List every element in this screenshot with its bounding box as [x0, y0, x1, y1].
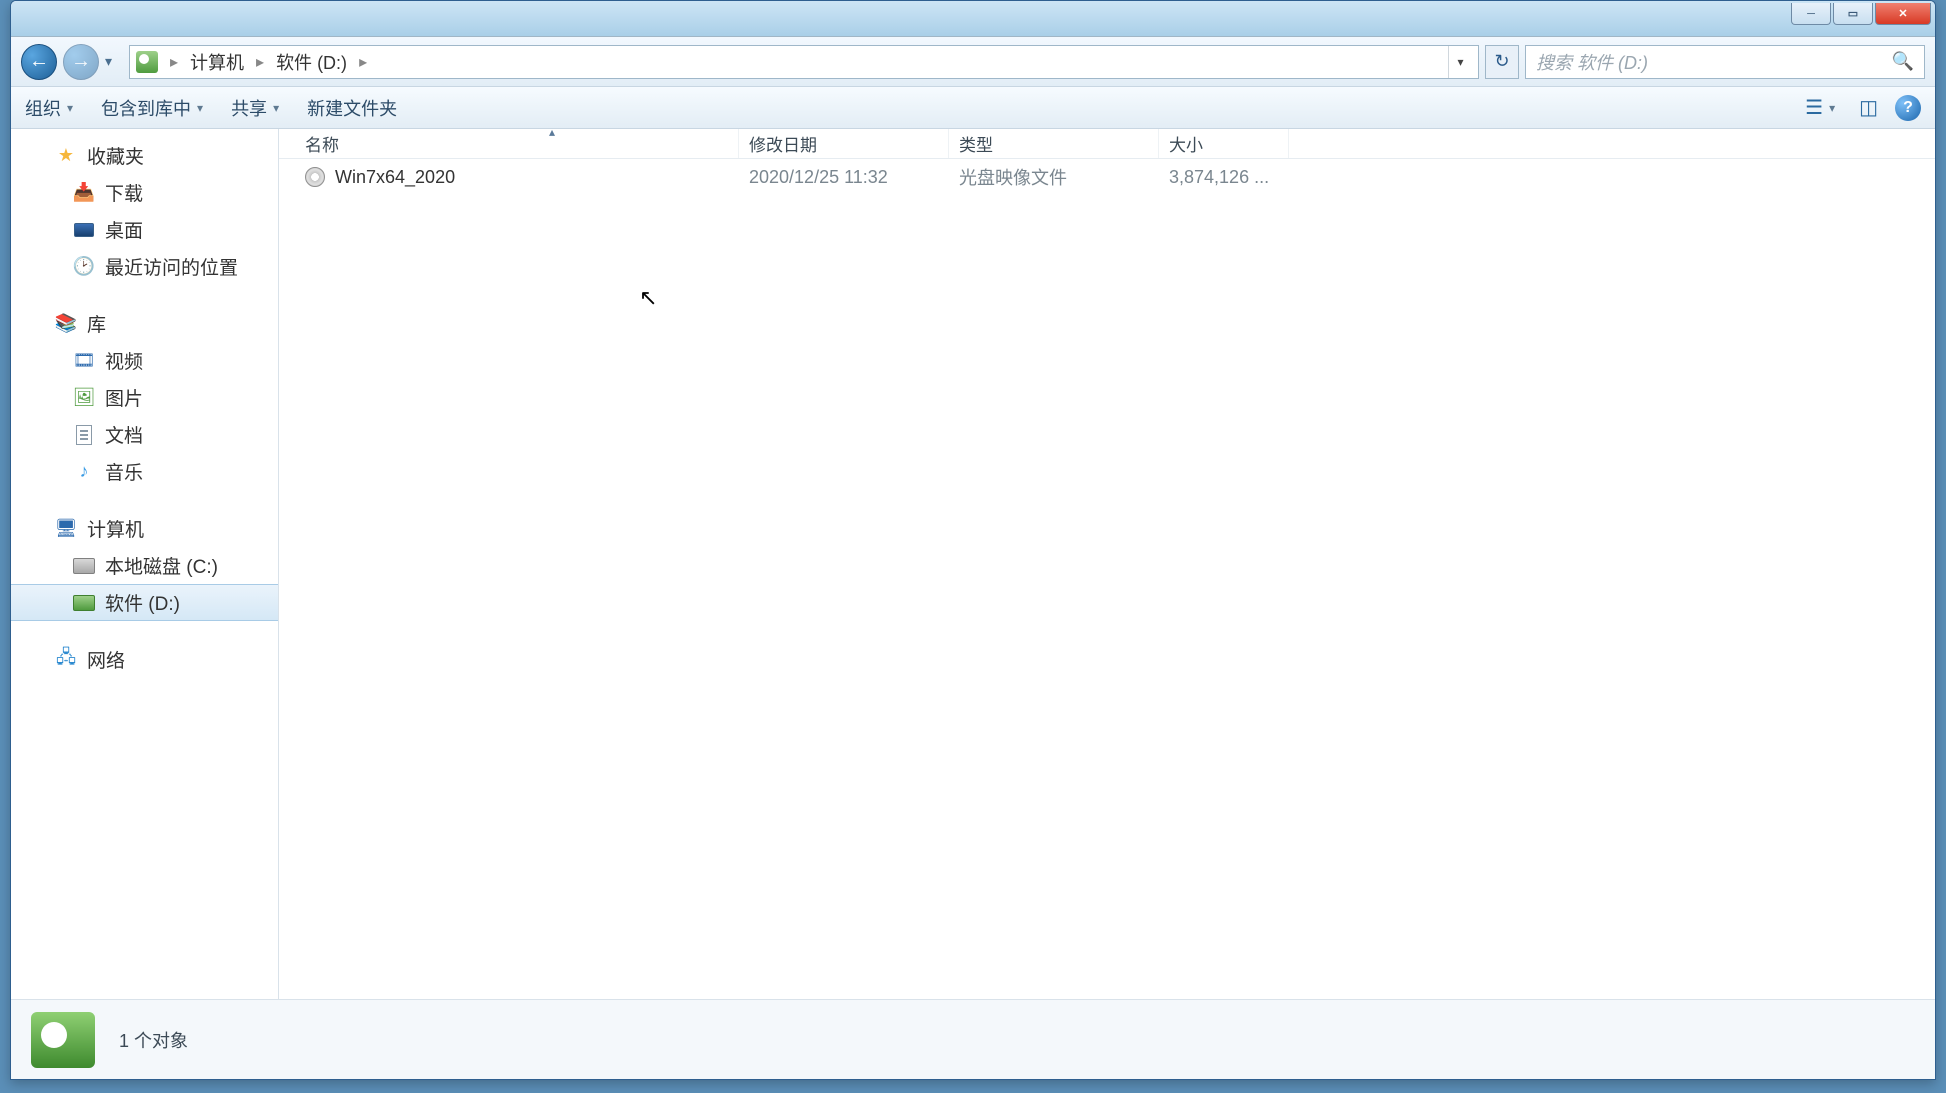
documents-icon	[73, 424, 95, 446]
sidebar-item-videos[interactable]: 🎞 视频	[11, 342, 278, 379]
sidebar-item-drive-d[interactable]: 软件 (D:)	[11, 584, 278, 621]
arrow-left-icon: ←	[29, 50, 49, 73]
pictures-icon: 🖼	[73, 387, 95, 409]
breadcrumb-separator-icon: ▸	[250, 52, 270, 72]
computer-icon: 🖥	[55, 518, 77, 540]
preview-pane-icon: ◫	[1859, 95, 1878, 120]
file-date: 2020/12/25 11:32	[749, 167, 888, 187]
title-bar: ─ ▭ ✕	[11, 1, 1935, 37]
search-input[interactable]: 搜索 软件 (D:) 🔍	[1525, 45, 1925, 79]
content-area: ★ 收藏夹 📥 下载 桌面 🕑 最近访问的位置 📚	[11, 129, 1935, 999]
sidebar-item-documents[interactable]: 文档	[11, 416, 278, 453]
file-list[interactable]: 名称 ▴ 修改日期 类型 大小 Win7x64_2020	[279, 129, 1935, 999]
desktop-icon	[73, 219, 95, 241]
drive-icon	[73, 592, 95, 614]
column-header-size[interactable]: 大小	[1159, 129, 1289, 158]
breadcrumb-item[interactable]: 软件 (D:)	[276, 49, 347, 75]
file-name: Win7x64_2020	[335, 167, 455, 188]
window-controls: ─ ▭ ✕	[1791, 3, 1931, 25]
help-button[interactable]: ?	[1895, 95, 1921, 121]
chevron-down-icon: ▾	[197, 101, 203, 115]
breadcrumb-separator-icon: ▸	[353, 52, 373, 72]
downloads-icon: 📥	[73, 182, 95, 204]
sidebar-item-favorites[interactable]: ★ 收藏夹	[11, 137, 278, 174]
chevron-down-icon: ▾	[1829, 101, 1835, 115]
video-icon: 🎞	[73, 350, 95, 372]
drive-icon	[136, 51, 158, 73]
chevron-down-icon: ▾	[273, 101, 279, 115]
sidebar-item-libraries[interactable]: 📚 库	[11, 305, 278, 342]
drive-icon	[73, 555, 95, 577]
help-icon: ?	[1903, 99, 1913, 117]
breadcrumb-item[interactable]: 计算机	[190, 49, 244, 75]
music-icon: ♪	[73, 461, 95, 483]
column-header-type[interactable]: 类型	[949, 129, 1159, 158]
details-pane: 1 个对象	[11, 999, 1935, 1079]
maximize-button[interactable]: ▭	[1833, 3, 1873, 25]
share-menu[interactable]: 共享 ▾	[231, 95, 279, 121]
computer-group: 🖥 计算机 本地磁盘 (C:) 软件 (D:)	[11, 510, 278, 621]
library-icon: 📚	[55, 313, 77, 335]
column-header-name[interactable]: 名称 ▴	[279, 129, 739, 158]
arrow-right-icon: →	[71, 50, 91, 73]
breadcrumb-separator-icon: ▸	[164, 52, 184, 72]
sidebar-item-downloads[interactable]: 📥 下载	[11, 174, 278, 211]
sort-ascending-icon: ▴	[549, 125, 555, 139]
organize-menu[interactable]: 组织 ▾	[25, 95, 73, 121]
new-folder-button[interactable]: 新建文件夹	[307, 95, 397, 121]
close-button[interactable]: ✕	[1875, 3, 1931, 25]
file-type: 光盘映像文件	[959, 168, 1067, 188]
navigation-pane: ★ 收藏夹 📥 下载 桌面 🕑 最近访问的位置 📚	[11, 129, 279, 999]
sidebar-item-music[interactable]: ♪ 音乐	[11, 453, 278, 490]
command-bar: 组织 ▾ 包含到库中 ▾ 共享 ▾ 新建文件夹 ☰ ▾ ◫ ?	[11, 87, 1935, 129]
search-icon: 🔍	[1892, 51, 1914, 72]
file-row[interactable]: Win7x64_2020 2020/12/25 11:32 光盘映像文件 3,8…	[279, 159, 1935, 195]
chevron-down-icon: ▾	[67, 101, 73, 115]
network-group: 🖧 网络	[11, 641, 278, 678]
sidebar-item-computer[interactable]: 🖥 计算机	[11, 510, 278, 547]
mouse-cursor-icon: ↖	[639, 285, 657, 311]
sidebar-item-desktop[interactable]: 桌面	[11, 211, 278, 248]
forward-button[interactable]: →	[63, 44, 99, 80]
view-mode-button[interactable]: ☰ ▾	[1798, 90, 1842, 125]
refresh-icon: ↻	[1494, 51, 1509, 72]
file-size: 3,874,126 ...	[1169, 167, 1269, 187]
history-dropdown[interactable]: ▾	[105, 53, 123, 70]
column-header-date[interactable]: 修改日期	[739, 129, 949, 158]
recent-icon: 🕑	[73, 256, 95, 278]
include-in-library-menu[interactable]: 包含到库中 ▾	[101, 95, 203, 121]
sidebar-item-recent[interactable]: 🕑 最近访问的位置	[11, 248, 278, 285]
back-button[interactable]: ←	[21, 44, 57, 80]
column-header-row: 名称 ▴ 修改日期 类型 大小	[279, 129, 1935, 159]
disc-image-icon	[305, 167, 325, 187]
minimize-button[interactable]: ─	[1791, 3, 1831, 25]
breadcrumb-bar[interactable]: ▸ 计算机 ▸ 软件 (D:) ▸ ▾	[129, 45, 1479, 79]
address-bar: ← → ▾ ▸ 计算机 ▸ 软件 (D:) ▸ ▾ ↻ 搜索 软件 (D:) 🔍	[11, 37, 1935, 87]
star-icon: ★	[55, 145, 77, 167]
favorites-group: ★ 收藏夹 📥 下载 桌面 🕑 最近访问的位置	[11, 137, 278, 285]
list-view-icon: ☰	[1805, 95, 1823, 120]
sidebar-item-drive-c[interactable]: 本地磁盘 (C:)	[11, 547, 278, 584]
explorer-window: ─ ▭ ✕ ← → ▾ ▸ 计算机 ▸ 软件 (D:) ▸ ▾ ↻ 搜索 软件 …	[10, 0, 1936, 1080]
network-icon: 🖧	[55, 649, 77, 671]
search-placeholder: 搜索 软件 (D:)	[1536, 49, 1648, 75]
address-dropdown[interactable]: ▾	[1448, 46, 1472, 78]
status-text: 1 个对象	[119, 1027, 188, 1053]
refresh-button[interactable]: ↻	[1485, 45, 1519, 79]
libraries-group: 📚 库 🎞 视频 🖼 图片 文档 ♪ 音乐	[11, 305, 278, 490]
drive-large-icon	[31, 1012, 95, 1068]
sidebar-item-network[interactable]: 🖧 网络	[11, 641, 278, 678]
sidebar-item-pictures[interactable]: 🖼 图片	[11, 379, 278, 416]
preview-pane-button[interactable]: ◫	[1852, 90, 1885, 125]
